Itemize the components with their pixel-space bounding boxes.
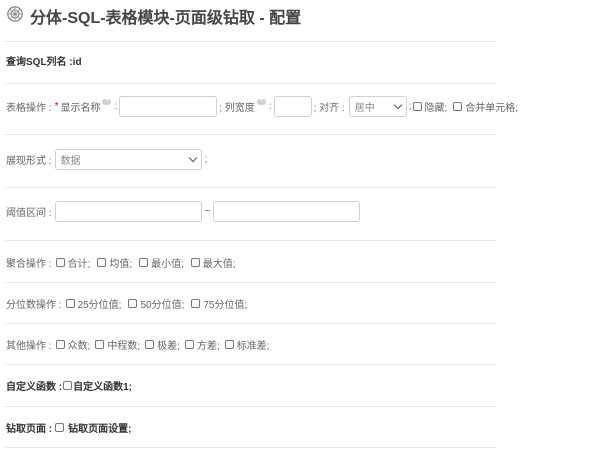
merge-cells-checkbox[interactable] — [453, 101, 463, 111]
align-label: ; 对齐 : — [313, 102, 345, 114]
table-op-row: 表格操作 : * 显示名称 ? : ; 列宽度 ? : ; 对齐 : 居中 ; … — [6, 95, 518, 117]
divider — [5, 134, 495, 135]
merge-cells-label: 合并单元格; — [465, 102, 519, 114]
page-title: 分体-SQL-表格模块-页面级钻取 - 配置 — [30, 10, 302, 27]
other-variance-label: 方差; — [196, 340, 220, 352]
other-midrange-checkbox[interactable] — [95, 339, 105, 349]
threshold-label: 阈值区间 : — [6, 207, 52, 219]
query-sql-label: 查询SQL列名 :id — [6, 56, 82, 68]
custom-func-label: 自定义函数 : — [6, 381, 63, 393]
divider — [5, 323, 495, 324]
hide-checkbox[interactable] — [412, 101, 422, 111]
quantile-50-checkbox[interactable] — [128, 298, 138, 308]
aggregate-min-label: 最小值; — [151, 258, 184, 270]
aggregate-sum-checkbox[interactable] — [55, 257, 65, 267]
drill-checkbox[interactable] — [55, 422, 65, 432]
aggregate-label: 聚合操作 : — [6, 258, 52, 270]
question-help-icon[interactable]: ? — [102, 99, 112, 105]
col-width-label: ; 列宽度 — [219, 102, 255, 114]
quantile-75-checkbox[interactable] — [191, 298, 201, 308]
aggregate-max-checkbox[interactable] — [190, 257, 200, 267]
custom-func-checkbox[interactable] — [63, 380, 73, 390]
threshold-row: 阈值区间 : ~ — [6, 200, 361, 222]
other-stddev-checkbox[interactable] — [224, 339, 234, 349]
other-mode-label: 众数; — [67, 340, 91, 352]
display-form-suffix: ; — [204, 153, 208, 165]
col-width-input[interactable] — [273, 95, 312, 117]
custom-func-option-label: 自定义函数1; — [73, 381, 133, 393]
threshold-max-input[interactable] — [213, 200, 361, 222]
divider — [5, 364, 495, 365]
divider — [5, 41, 495, 42]
quantile-75-label: 75分位值; — [203, 299, 248, 311]
align-select-value: 居中 — [354, 102, 375, 114]
threshold-min-input[interactable] — [54, 200, 202, 222]
table-op-label: 表格操作 : — [6, 102, 52, 114]
divider — [5, 447, 495, 448]
display-name-label: 显示名称 — [60, 102, 101, 114]
chevron-down-icon — [393, 100, 402, 109]
other-midrange-label: 中程数; — [107, 340, 141, 352]
drill-row: 钻取页面 : 钻取页面设置; — [6, 416, 131, 438]
gear-logo-icon — [7, 6, 23, 22]
aggregate-avg-checkbox[interactable] — [97, 257, 107, 267]
quantile-50-label: 50分位值; — [140, 299, 185, 311]
drill-option-label: 钻取页面设置; — [68, 423, 132, 435]
display-form-select[interactable]: 数据 — [54, 148, 202, 170]
aggregate-avg-label: 均值; — [109, 258, 133, 270]
quantile-25-label: 25分位值; — [77, 299, 122, 311]
divider — [5, 83, 495, 84]
hide-label: 隐藏; — [424, 102, 448, 114]
other-mode-checkbox[interactable] — [55, 339, 65, 349]
display-form-label: 展现形式 : — [6, 155, 52, 167]
other-ops-row: 其他操作 : 众数; 中程数; 极差; 方差; 标准差; — [6, 333, 269, 355]
display-form-value: 数据 — [60, 155, 81, 167]
quantile-25-checkbox[interactable] — [65, 298, 75, 308]
col-width-colon: : — [268, 100, 272, 112]
drill-label: 钻取页面 : — [6, 423, 53, 435]
divider — [5, 282, 495, 283]
other-stddev-label: 标准差; — [236, 340, 270, 352]
query-sql-row: 查询SQL列名 :id — [6, 49, 82, 71]
other-range-label: 极差; — [157, 340, 180, 352]
display-name-input[interactable] — [119, 95, 218, 117]
display-name-colon: : — [114, 100, 118, 112]
aggregate-min-checkbox[interactable] — [139, 257, 149, 267]
page-header: 分体-SQL-表格模块-页面级钻取 - 配置 — [0, 0, 600, 30]
question-help-icon[interactable]: ? — [256, 99, 266, 105]
align-sep: ; — [408, 100, 412, 112]
threshold-tilde: ~ — [204, 205, 211, 217]
other-variance-checkbox[interactable] — [184, 339, 194, 349]
aggregate-sum-label: 合计; — [67, 258, 91, 270]
custom-func-row: 自定义函数 : 自定义函数1; — [6, 374, 132, 396]
aggregate-max-label: 最大值; — [202, 258, 236, 270]
other-ops-label: 其他操作 : — [6, 340, 52, 352]
aggregate-row: 聚合操作 : 合计; 均值; 最小值; 最大值; — [6, 251, 236, 273]
divider — [5, 406, 495, 407]
chevron-down-icon — [188, 153, 197, 162]
required-mark: * — [54, 100, 59, 112]
other-range-checkbox[interactable] — [145, 339, 155, 349]
align-select[interactable]: 居中 — [348, 95, 407, 117]
display-form-row: 展现形式 : 数据 ; — [6, 148, 207, 170]
divider — [5, 187, 495, 188]
quantile-label: 分位数操作 : — [6, 299, 62, 311]
divider — [5, 240, 495, 241]
quantile-row: 分位数操作 : 25分位值; 50分位值; 75分位值; — [6, 292, 247, 314]
